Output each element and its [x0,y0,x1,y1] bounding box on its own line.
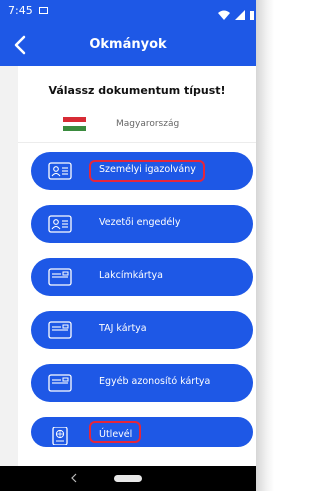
country-name: Magyarország [116,119,180,129]
document-type-button[interactable]: Útlevél [31,417,253,447]
id-card-icon [48,162,72,180]
passport-icon [52,427,68,445]
document-type-label: TAJ kártya [99,323,147,334]
status-bar: 7:45 [0,0,256,24]
card-icon [48,374,72,392]
prompt-heading: Válassz dokumentum típust! [48,84,226,97]
document-type-panel: Válassz dokumentum típust! Magyarország … [18,66,256,466]
nav-home-button[interactable] [114,475,142,482]
mail-notification-icon [39,7,48,14]
document-type-button[interactable]: Egyéb azonosító kártya [31,364,253,402]
divider [18,142,256,143]
page-title: Okmányok [89,37,167,52]
screen-edge-shadow [256,0,274,491]
selection-highlight [89,421,141,443]
battery-icon [250,10,254,20]
wifi-icon [217,10,230,20]
status-icons [217,4,254,23]
document-type-button[interactable]: Vezetői engedély [31,205,253,243]
flag-stripe-green [63,126,86,132]
nav-back-icon[interactable] [70,473,78,483]
document-type-button[interactable]: TAJ kártya [31,311,253,349]
phone-screen: 7:45 Okmányok Válassz dokumentum típust!… [0,0,256,491]
hungary-flag-icon [63,117,86,132]
document-type-label: Vezetői engedély [99,217,181,228]
signal-icon [234,9,245,20]
system-nav-bar [0,466,256,491]
card-icon [48,321,72,339]
selection-highlight [89,160,205,182]
document-type-button[interactable]: Személyi igazolvány [31,152,253,190]
document-type-label: Egyéb azonosító kártya [99,376,211,387]
status-time: 7:45 [8,4,33,17]
card-icon [48,268,72,286]
document-type-button[interactable]: Lakcímkártya [31,258,253,296]
document-type-label: Lakcímkártya [99,270,163,281]
id-card-icon [48,215,72,233]
app-header: Okmányok [0,24,256,66]
